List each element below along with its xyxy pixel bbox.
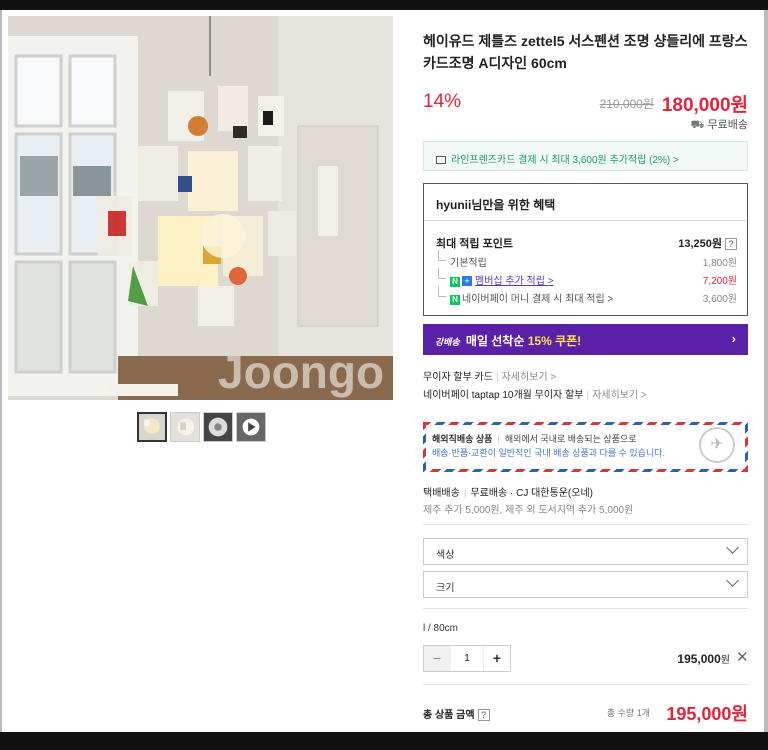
window-top-bar bbox=[0, 0, 768, 10]
thumbnail-strip bbox=[137, 412, 266, 442]
points-row-basic: 기본적립 1,800원 bbox=[436, 250, 737, 270]
max-points-value: 13,250원 bbox=[678, 238, 722, 250]
divider bbox=[423, 684, 748, 685]
product-title: 헤이유드 제틀즈 zettel5 서스펜션 조명 샹들리에 프랑스 카드조명 A… bbox=[423, 33, 748, 71]
naverpay-link[interactable]: 네이버페이 머니 결제 시 최대 적립 > bbox=[462, 294, 613, 305]
frame-left bbox=[0, 10, 2, 732]
select-label: 색상 bbox=[436, 550, 455, 561]
coupon-banner[interactable]: 강배송 매일 선착순 15% 쿠폰! › bbox=[423, 324, 748, 355]
image-watermark: Joongo bbox=[218, 346, 384, 398]
thumbnail-3[interactable] bbox=[203, 412, 233, 442]
product-info: 헤이유드 제틀즈 zettel5 서스펜션 조명 샹들리에 프랑스 카드조명 A… bbox=[423, 30, 748, 74]
membership-link[interactable]: 멤버십 추가 적립 > bbox=[475, 276, 554, 287]
divider bbox=[423, 524, 748, 525]
details-link[interactable]: 자세히보기 > bbox=[592, 390, 647, 401]
thumbnail-1[interactable] bbox=[137, 412, 167, 442]
coupon-text: 매일 선착순 bbox=[465, 334, 528, 348]
quantity-stepper: − 1 + bbox=[423, 645, 511, 672]
option-price-value: 195,000 bbox=[677, 652, 721, 666]
select-label: 크기 bbox=[436, 583, 455, 594]
divider bbox=[423, 608, 748, 609]
shipping-info: ⛟ 무료배송 bbox=[423, 116, 748, 133]
points-value: 7,200원 bbox=[702, 276, 737, 287]
product-main-image[interactable]: Joongo bbox=[8, 16, 393, 400]
discount-rate: 14% bbox=[423, 91, 462, 112]
sale-price: 180,000원 bbox=[661, 95, 748, 116]
points-row-membership[interactable]: N + 멤버십 추가 적립 > 7,200원 bbox=[436, 268, 737, 288]
delivery-type: 택배배송 bbox=[423, 488, 460, 499]
coupon-tag: 강배송 bbox=[435, 337, 460, 347]
decrease-button[interactable]: − bbox=[424, 646, 450, 671]
installment-row: 네이버페이 taptap 10개월 무이자 할부 | 자세히보기 > bbox=[423, 390, 647, 401]
benefit-box: hyunii님만을 위한 혜택 최대 적립 포인트 13,250원? 기본적립 … bbox=[423, 183, 748, 316]
card-promo-text: 라인프렌즈카드 결제 시 최대 3,600원 추가적립 (2%) > bbox=[451, 155, 679, 166]
price-row: 14% 210,000원 180,000원 bbox=[423, 89, 748, 116]
max-points-label: 최대 적립 포인트 bbox=[436, 238, 513, 250]
plus-icon: + bbox=[462, 276, 472, 286]
total-price: 195,000원 bbox=[666, 704, 748, 724]
color-select[interactable]: 색상 bbox=[423, 538, 748, 565]
chevron-down-icon bbox=[726, 541, 739, 554]
chandelier-photo: Joongo bbox=[8, 16, 393, 400]
frame-right bbox=[764, 10, 768, 732]
shipping-text: 무료배송 bbox=[707, 119, 748, 131]
remove-option-button[interactable]: ✕ bbox=[736, 648, 749, 666]
intl-badge: 해외직배송 상품 bbox=[432, 434, 493, 444]
option-price: 195,000원 bbox=[600, 651, 730, 666]
help-icon[interactable]: ? bbox=[477, 709, 490, 721]
points-value: 3,600원 bbox=[702, 294, 737, 305]
original-price: 210,000원 bbox=[599, 97, 654, 111]
installment-label: 네이버페이 taptap 10개월 무이자 할부 bbox=[423, 390, 584, 401]
max-points-row: 최대 적립 포인트 13,250원? bbox=[436, 235, 737, 251]
details-link[interactable]: 자세히보기 > bbox=[502, 372, 557, 383]
points-value: 1,800원 bbox=[702, 258, 737, 269]
size-select[interactable]: 크기 bbox=[423, 571, 748, 598]
currency-unit: 원 bbox=[720, 655, 730, 666]
thumbnail-2[interactable] bbox=[170, 412, 200, 442]
card-icon bbox=[436, 156, 446, 164]
card-promo-banner[interactable]: 라인프렌즈카드 결제 시 최대 3,600원 추가적립 (2%) > bbox=[423, 141, 748, 171]
selected-option-label: l / 80cm bbox=[423, 623, 459, 634]
increase-button[interactable]: + bbox=[484, 646, 510, 671]
points-label: 기본적립 bbox=[436, 250, 487, 269]
points-row-naverpay[interactable]: N 네이버페이 머니 결제 시 최대 적립 > 3,600원 bbox=[436, 286, 737, 306]
thumbnail-video[interactable] bbox=[236, 412, 266, 442]
naverpay-icon: N bbox=[450, 277, 460, 287]
benefit-title: hyunii님만을 위한 혜택 bbox=[424, 184, 747, 221]
intl-line2: 배송·반품·교환이 일반적인 국내 배송 상품과 다를 수 있습니다. bbox=[432, 448, 665, 458]
naverpay-icon: N bbox=[450, 295, 460, 305]
airplane-icon: ✈ bbox=[699, 427, 735, 463]
help-icon[interactable]: ? bbox=[725, 238, 737, 250]
delivery-detail: 무료배송 · CJ 대한통운(오네) bbox=[470, 488, 593, 499]
total-label: 총 상품 금액? bbox=[423, 706, 490, 721]
intl-line1: 해외에서 국내로 배송되는 상품으로 bbox=[504, 434, 637, 444]
installment-row: 무이자 할부 카드 | 자세히보기 > bbox=[423, 372, 557, 383]
installment-label: 무이자 할부 카드 bbox=[423, 372, 493, 383]
coupon-highlight: 15% 쿠폰! bbox=[527, 334, 582, 348]
quantity-input[interactable]: 1 bbox=[450, 646, 484, 671]
delivery-extra: 제주 추가 5,000원, 제주 외 도서지역 추가 5,000원 bbox=[423, 505, 634, 516]
international-shipping-notice: 해외직배송 상품 | 해외에서 국내로 배송되는 상품으로 배송·반품·교환이 일반… bbox=[423, 422, 748, 472]
window-bottom-bar bbox=[0, 732, 768, 750]
delivery-row: 택배배송 | 무료배송 · CJ 대한통운(오네) bbox=[423, 488, 593, 499]
chevron-down-icon bbox=[726, 574, 739, 587]
chevron-right-icon: › bbox=[731, 331, 736, 346]
truck-icon: ⛟ bbox=[690, 119, 705, 131]
total-quantity: 총 수량 1개 bbox=[606, 708, 650, 718]
